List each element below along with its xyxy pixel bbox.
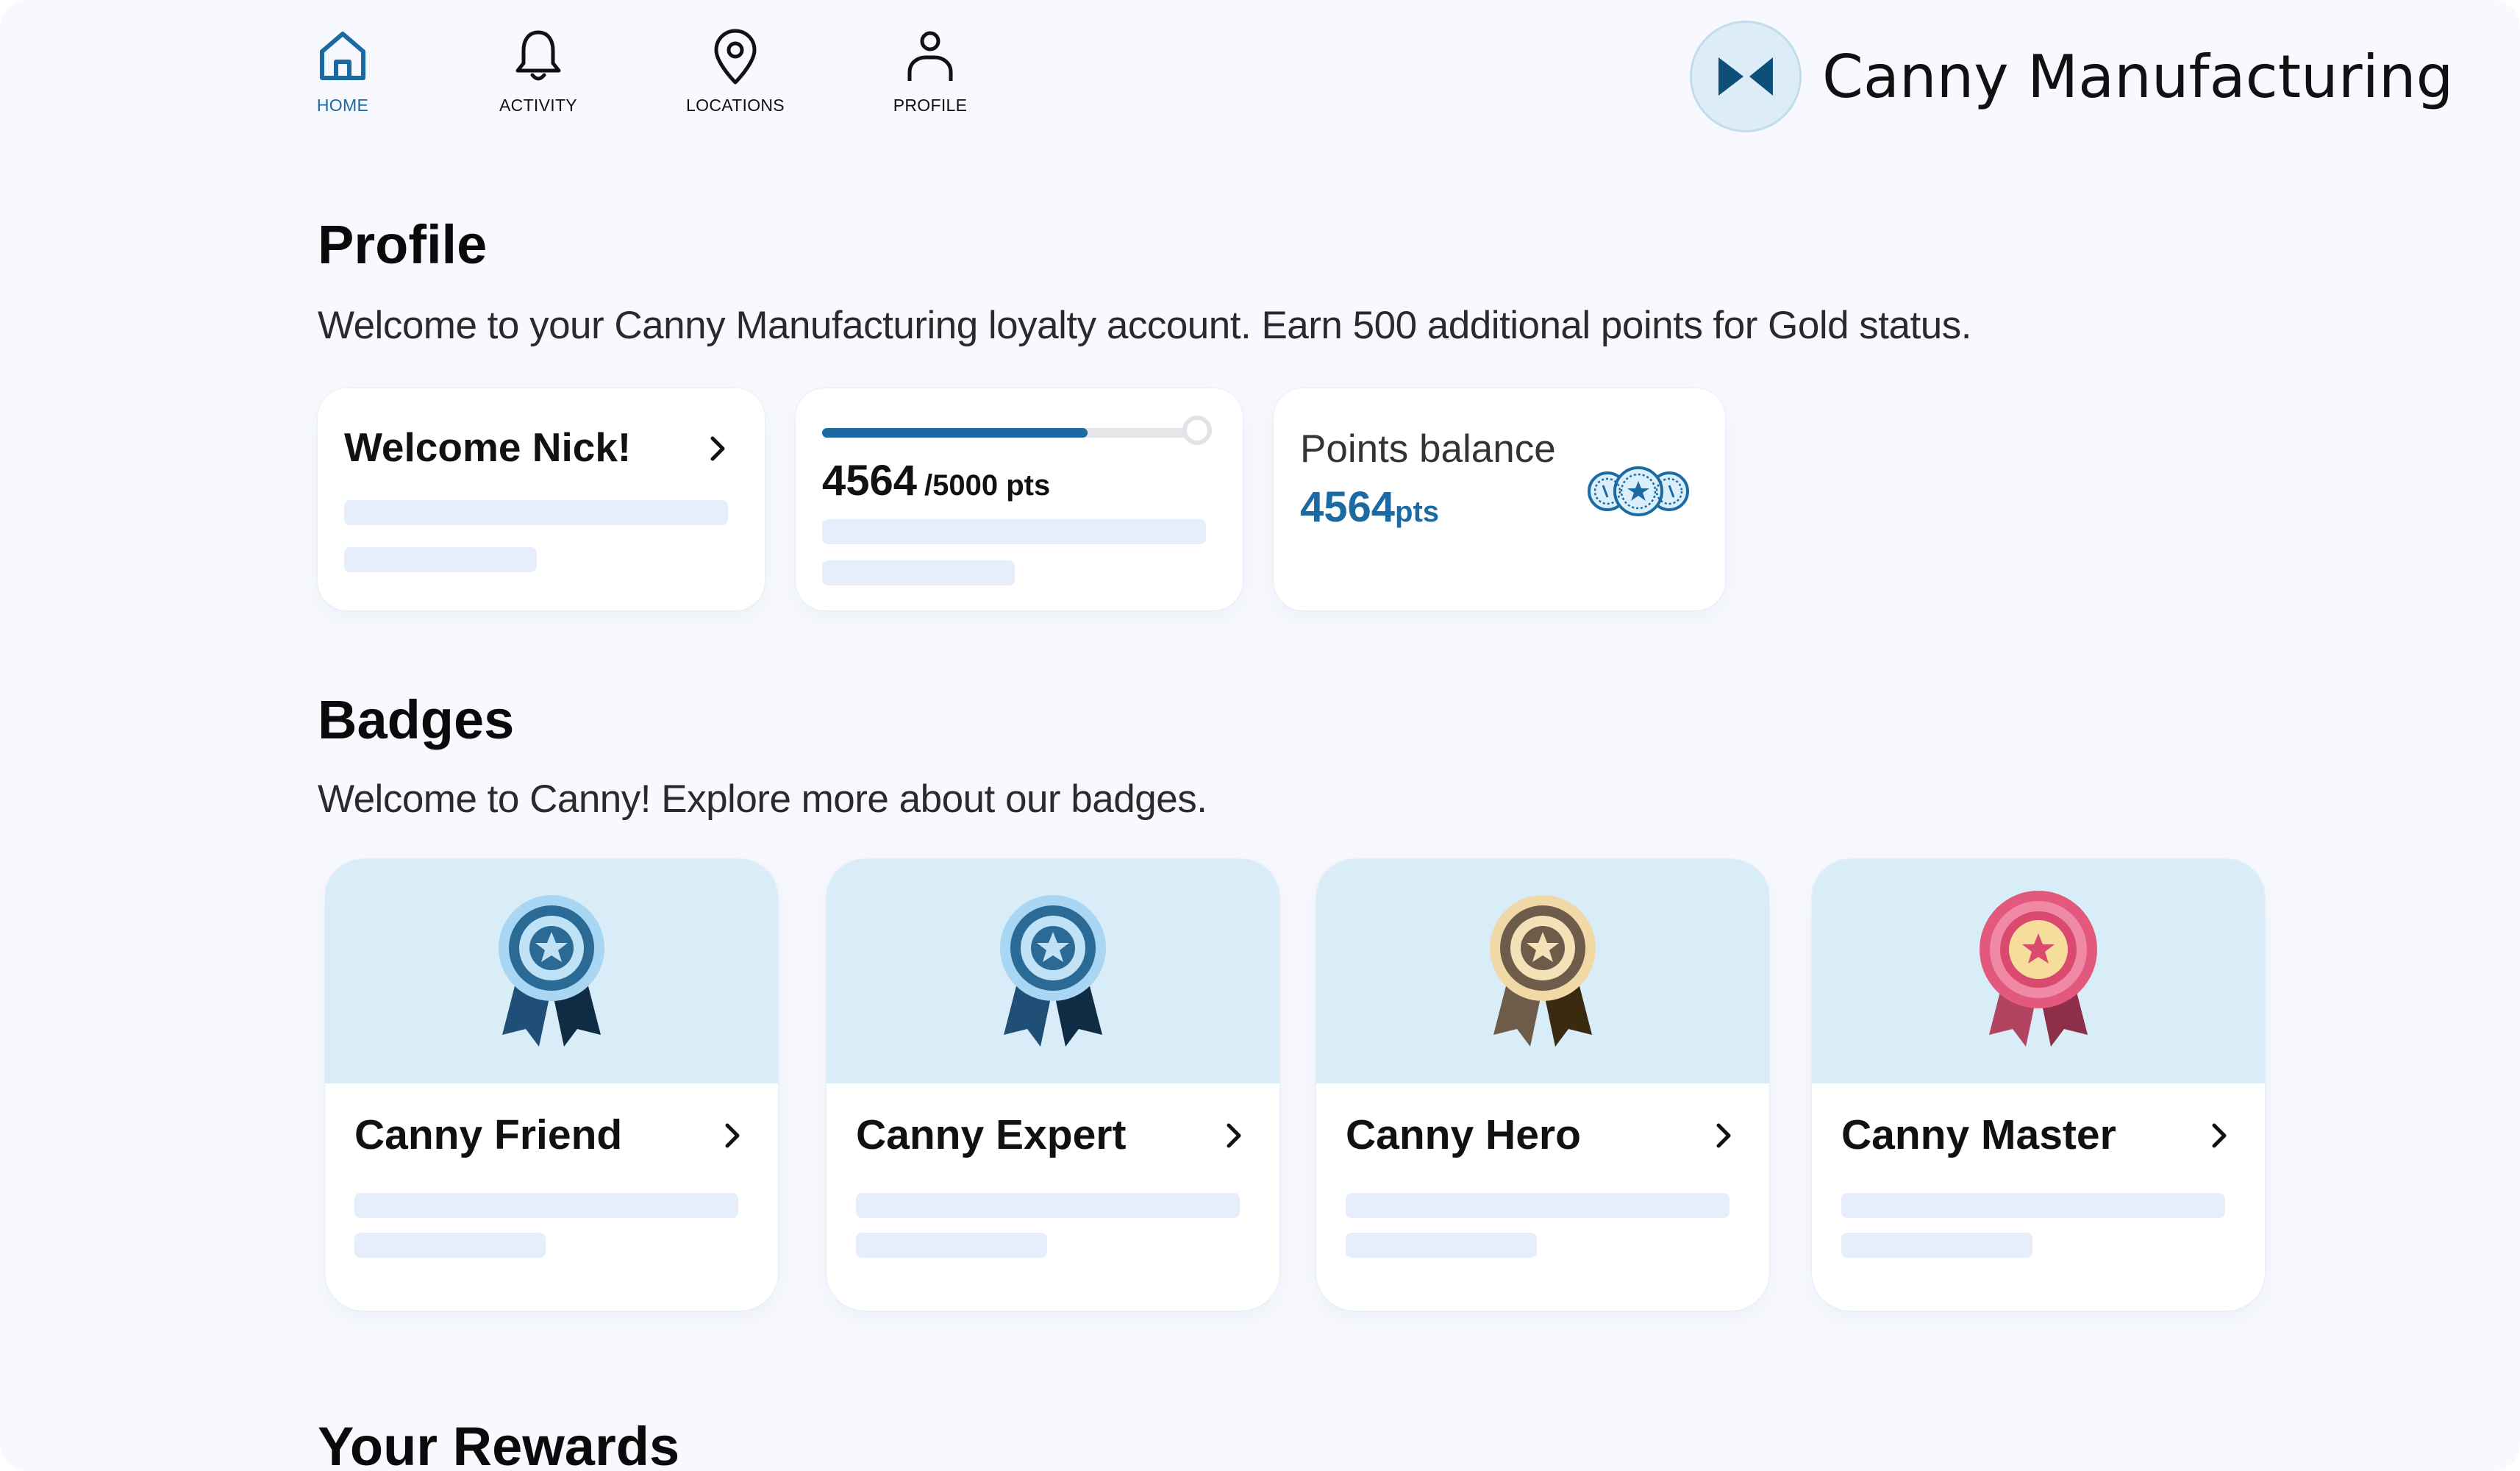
points-balance-label: Points balance: [1300, 427, 1556, 471]
chevron-right-icon: [710, 436, 725, 461]
skeleton-line: [344, 547, 537, 572]
user-icon: [907, 31, 953, 81]
badge-image-area: [1812, 859, 2265, 1083]
chevron-right-icon: [725, 1123, 740, 1148]
welcome-card[interactable]: Welcome Nick!: [318, 388, 765, 610]
skeleton-line: [1346, 1193, 1730, 1218]
skeleton-line: [344, 500, 728, 525]
rewards-title: Your Rewards: [318, 1416, 680, 1471]
nav-home-label: HOME: [316, 96, 369, 115]
points-balance-number: 4564: [1300, 483, 1396, 531]
badge-image-area: [1316, 859, 1769, 1083]
skeleton-line: [1346, 1233, 1537, 1258]
chevron-right-icon: [1716, 1123, 1731, 1148]
skeleton-line: [856, 1233, 1047, 1258]
bowtie-logo-icon: [1690, 21, 1802, 132]
skeleton-line: [1841, 1233, 2032, 1258]
chevron-right-icon: [1227, 1123, 1241, 1148]
skeleton-line: [822, 560, 1015, 585]
chevron-right-icon: [2212, 1123, 2227, 1148]
profile-subtitle: Welcome to your Canny Manufacturing loya…: [318, 304, 1971, 347]
progress-card[interactable]: 4564/5000 pts: [796, 388, 1243, 610]
badge-card-canny-expert[interactable]: Canny Expert: [827, 859, 1279, 1311]
badges-subtitle: Welcome to Canny! Explore more about our…: [318, 777, 1207, 821]
skeleton-line: [822, 519, 1206, 544]
badge-name: Canny Expert: [856, 1111, 1127, 1158]
nav-activity-label: ACTIVITY: [499, 96, 577, 115]
skeleton-line: [354, 1233, 546, 1258]
blue-ribbon-badge-icon: [1000, 894, 1106, 1047]
points-balance-unit: pts: [1395, 496, 1440, 528]
home-icon: [320, 32, 365, 80]
skeleton-line: [856, 1193, 1240, 1218]
bronze-ribbon-badge-icon: [1490, 894, 1596, 1047]
nav-home[interactable]: HOME: [269, 25, 416, 115]
bell-icon: [515, 30, 561, 81]
app-window: HOME ACTIVITY LOCATIONS PROFILE Canny Ma…: [0, 0, 2520, 1471]
nav-locations-label: LOCATIONS: [686, 96, 785, 115]
points-current: 4564: [822, 457, 918, 505]
badges-title: Badges: [318, 689, 515, 750]
blue-ribbon-badge-icon: [499, 894, 604, 1047]
badge-name: Canny Hero: [1346, 1111, 1581, 1158]
badge-card-canny-hero[interactable]: Canny Hero: [1316, 859, 1769, 1311]
progress-end-marker: [1182, 416, 1212, 445]
badge-card-canny-master[interactable]: Canny Master: [1812, 859, 2265, 1311]
badge-card-canny-friend[interactable]: Canny Friend: [325, 859, 778, 1311]
points-target: /5000 pts: [924, 469, 1051, 502]
nav-profile[interactable]: PROFILE: [857, 25, 1004, 115]
profile-title: Profile: [318, 214, 488, 275]
points-balance-value: 4564pts: [1300, 482, 1439, 532]
badge-name: Canny Master: [1841, 1111, 2116, 1158]
points-progress-text: 4564/5000 pts: [822, 456, 1050, 505]
points-progress-fill: [822, 428, 1088, 438]
points-progress-bar: [822, 416, 1212, 445]
points-balance-card[interactable]: Points balance 4564pts: [1274, 388, 1725, 610]
brand: Canny Manufacturing: [1690, 18, 2453, 135]
welcome-title: Welcome Nick!: [344, 424, 632, 470]
badge-image-area: [827, 859, 1279, 1083]
nav-profile-label: PROFILE: [893, 96, 968, 115]
coins-icon: [1588, 466, 1689, 516]
badge-name: Canny Friend: [354, 1111, 623, 1158]
nav-activity[interactable]: ACTIVITY: [465, 25, 612, 115]
skeleton-line: [1841, 1193, 2225, 1218]
badge-image-area: [325, 859, 778, 1083]
skeleton-line: [354, 1193, 738, 1218]
map-pin-icon: [714, 29, 757, 85]
pink-rosette-badge-icon: [1980, 890, 2097, 1047]
brand-name: Canny Manufacturing: [1822, 42, 2454, 111]
nav-locations[interactable]: LOCATIONS: [662, 25, 809, 115]
